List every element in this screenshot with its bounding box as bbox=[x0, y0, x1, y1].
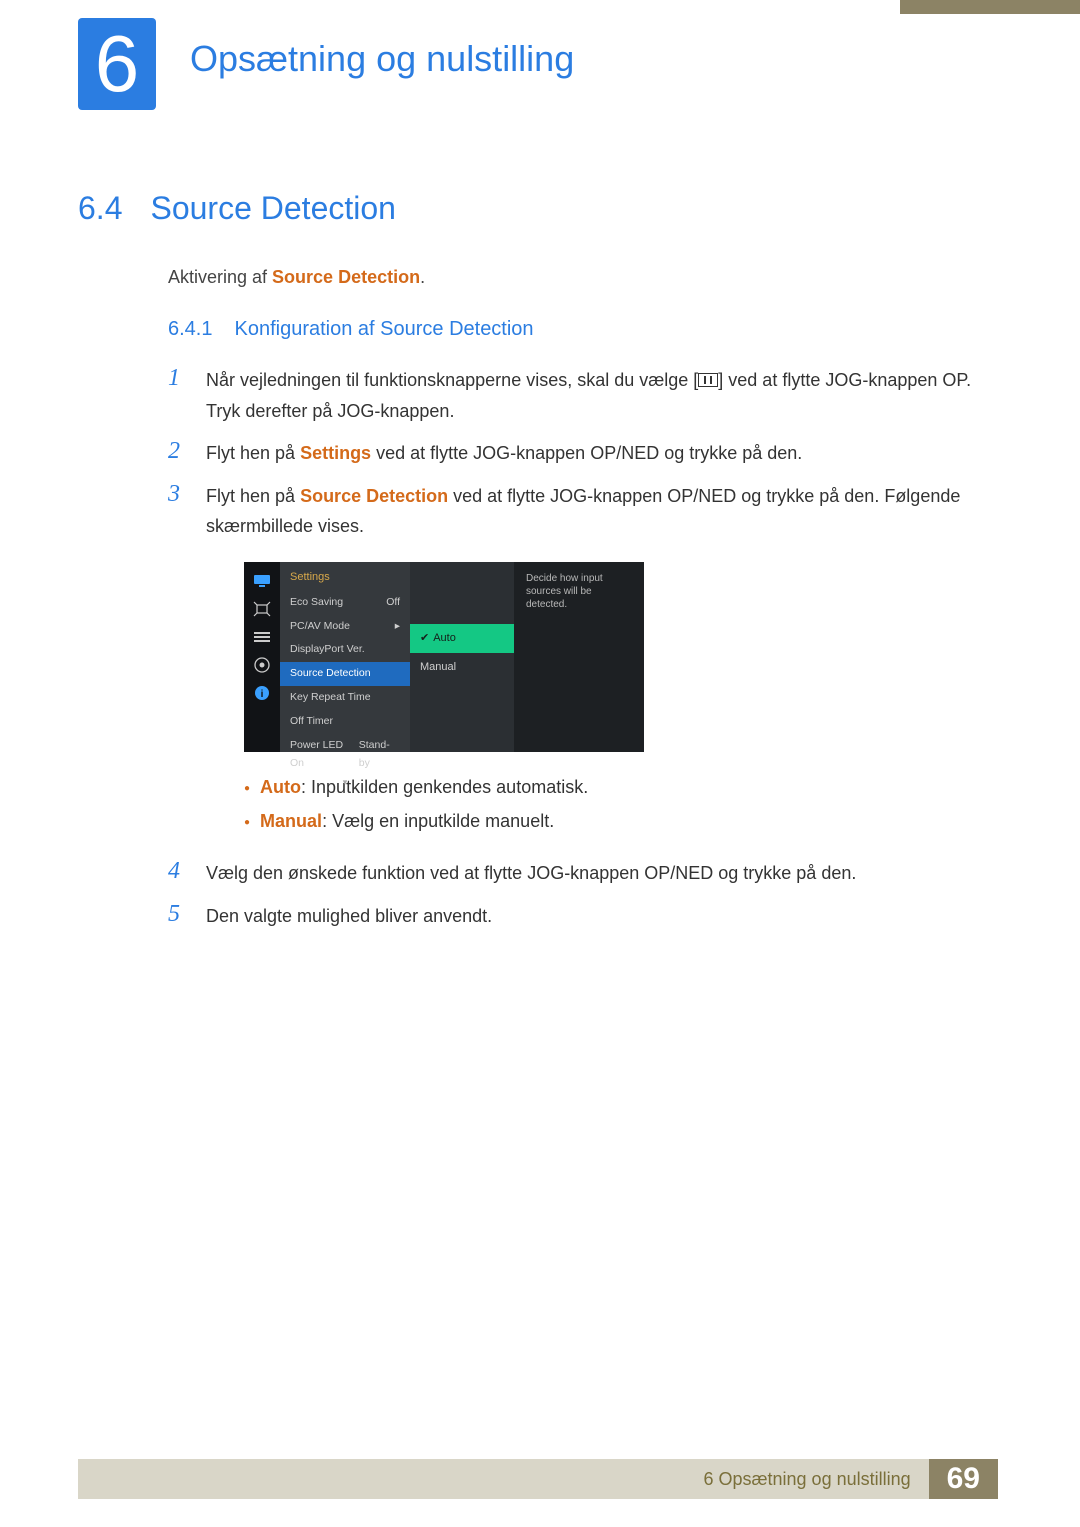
section-number: 6.4 bbox=[78, 190, 122, 227]
step-1-pre: Når vejledningen til funktionsknapperne … bbox=[206, 370, 698, 390]
step-4: 4 Vælg den ønskede funktion ved at flytt… bbox=[168, 858, 998, 889]
chapter-badge: 6 bbox=[78, 18, 156, 110]
step-number: 5 bbox=[168, 901, 188, 927]
osd-sidebar-icons: i bbox=[244, 562, 280, 752]
step-number: 1 bbox=[168, 365, 188, 391]
chapter-title: Opsætning og nulstilling bbox=[190, 38, 574, 80]
osd-menu-title: Settings bbox=[280, 568, 410, 591]
step-text: Flyt hen på Source Detection ved at flyt… bbox=[206, 481, 998, 847]
section-heading: 6.4 Source Detection bbox=[78, 190, 998, 227]
chapter-number: 6 bbox=[95, 24, 140, 104]
osd-screenshot: i Settings Eco SavingOff PC/AV Mode▸ Dis… bbox=[244, 562, 644, 752]
step-text: Vælg den ønskede funktion ved at flytte … bbox=[206, 858, 856, 889]
subsection-number: 6.4.1 bbox=[168, 318, 212, 341]
step-number: 3 bbox=[168, 481, 188, 507]
osd-item-offtimer: Off Timer bbox=[280, 710, 410, 734]
bullet-dot-icon: ● bbox=[244, 770, 250, 804]
step-number: 4 bbox=[168, 858, 188, 884]
step-2-pre: Flyt hen på bbox=[206, 443, 300, 463]
osd-options: ✔Auto Manual bbox=[410, 562, 514, 752]
size-icon bbox=[252, 600, 272, 618]
header-stripe bbox=[900, 0, 1080, 14]
osd-help-text: Decide how input sources will be detecte… bbox=[514, 562, 644, 752]
osd-menu: Settings Eco SavingOff PC/AV Mode▸ Displ… bbox=[280, 562, 410, 752]
step-text: Når vejledningen til funktionsknapperne … bbox=[206, 365, 998, 426]
osd-item-powerled: Power LED OnStand-by bbox=[280, 734, 410, 776]
step-2-keyword: Settings bbox=[300, 443, 371, 463]
section-title: Source Detection bbox=[150, 190, 395, 227]
intro-keyword: Source Detection bbox=[272, 267, 420, 287]
subsection-heading: 6.4.1 Konfiguration af Source Detection bbox=[168, 318, 998, 341]
steps-list: 1 Når vejledningen til funktionsknappern… bbox=[168, 365, 998, 932]
osd-option-manual: Manual bbox=[410, 653, 514, 682]
check-icon: ✔ bbox=[420, 629, 429, 648]
step-3-keyword: Source Detection bbox=[300, 486, 448, 506]
step-5: 5 Den valgte mulighed bliver anvendt. bbox=[168, 901, 998, 932]
bullet-rest: : Vælg en inputkilde manuelt. bbox=[322, 811, 554, 831]
step-3: 3 Flyt hen på Source Detection ved at fl… bbox=[168, 481, 998, 847]
osd-item-source-detection: Source Detection bbox=[280, 662, 410, 686]
bullet-keyword: Manual bbox=[260, 811, 322, 831]
bullet-manual: ● Manual: Vælg en inputkilde manuelt. bbox=[244, 804, 998, 838]
intro-suffix: . bbox=[420, 267, 425, 287]
step-2-post: ved at flytte JOG-knappen OP/NED og tryk… bbox=[371, 443, 802, 463]
list-icon bbox=[252, 628, 272, 646]
footer-text: 6 Opsætning og nulstilling bbox=[704, 1469, 911, 1490]
intro-prefix: Aktivering af bbox=[168, 267, 272, 287]
step-number: 2 bbox=[168, 438, 188, 464]
step-3-pre: Flyt hen på bbox=[206, 486, 300, 506]
osd-item-keyrepeat: Key Repeat Time bbox=[280, 686, 410, 710]
step-2: 2 Flyt hen på Settings ved at flytte JOG… bbox=[168, 438, 998, 469]
bullet-dot-icon: ● bbox=[244, 804, 250, 838]
display-icon bbox=[252, 572, 272, 590]
subsection-title: Konfiguration af Source Detection bbox=[234, 318, 533, 341]
osd-item-eco: Eco SavingOff bbox=[280, 591, 410, 615]
step-text: Den valgte mulighed bliver anvendt. bbox=[206, 901, 492, 932]
page-footer: 6 Opsætning og nulstilling 69 bbox=[78, 1459, 998, 1499]
osd-item-dpver: DisplayPort Ver. bbox=[280, 638, 410, 662]
chevron-down-icon: ▾ bbox=[280, 775, 410, 790]
step-1: 1 Når vejledningen til funktionsknappern… bbox=[168, 365, 998, 426]
svg-text:i: i bbox=[261, 689, 264, 700]
osd-item-pcav: PC/AV Mode▸ bbox=[280, 615, 410, 639]
intro-text: Aktivering af Source Detection. bbox=[168, 267, 998, 288]
info-icon: i bbox=[252, 684, 272, 702]
step-text: Flyt hen på Settings ved at flytte JOG-k… bbox=[206, 438, 802, 469]
settings-icon bbox=[252, 656, 272, 674]
footer-page-number: 69 bbox=[929, 1459, 998, 1499]
osd-option-auto: ✔Auto bbox=[410, 624, 514, 653]
menu-icon bbox=[698, 373, 718, 387]
